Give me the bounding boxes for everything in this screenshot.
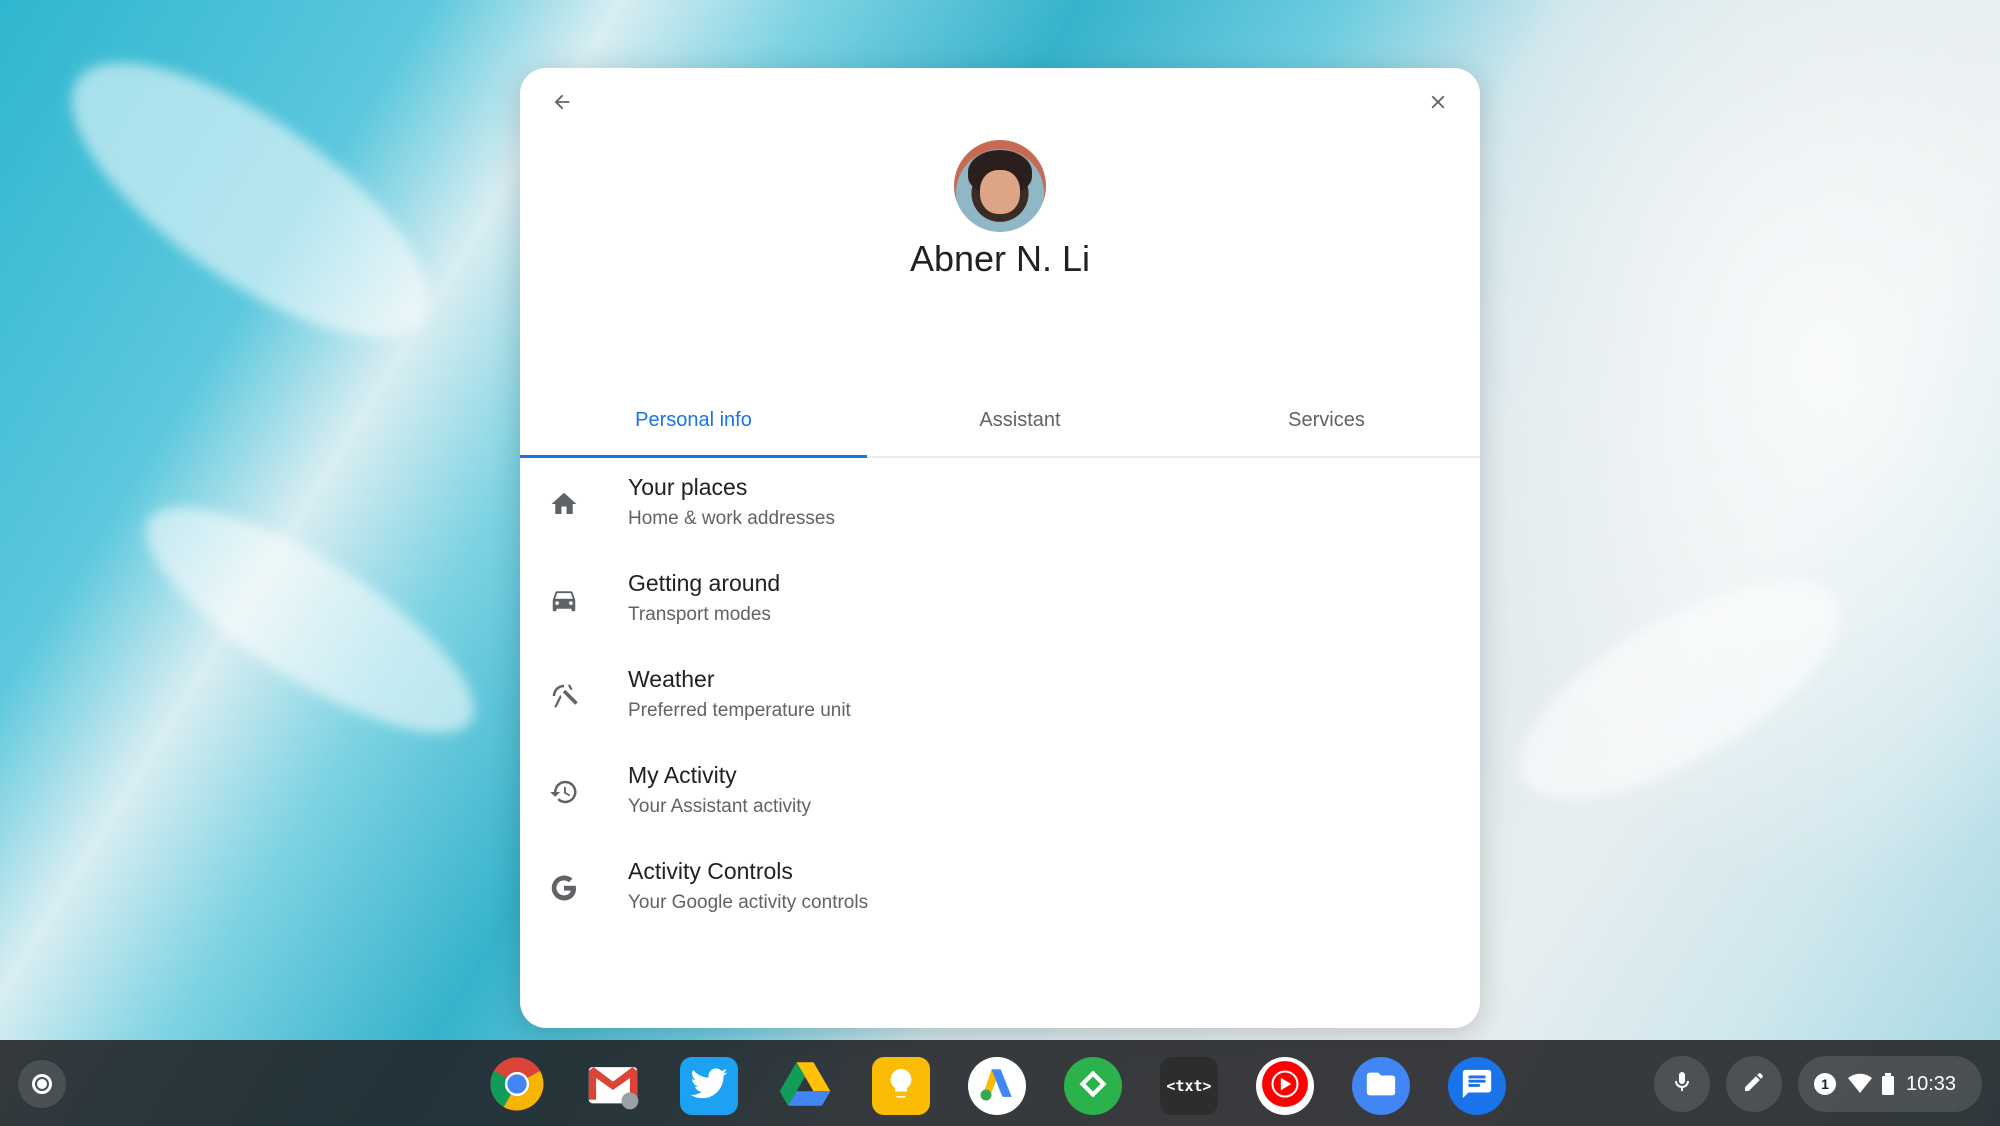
gmail-app[interactable] [584,1057,642,1115]
text-editor-label: <txt> [1166,1077,1212,1095]
google-keep-app[interactable] [872,1057,930,1115]
list-item-getting-around[interactable]: Getting around Transport modes [520,554,1480,650]
shelf: <txt> 1 10:33 [0,1040,2000,1126]
lightbulb-icon [883,1066,919,1107]
message-icon [1460,1067,1494,1106]
list-item-title: Weather [628,666,715,692]
weather-icon [544,676,584,716]
close-icon [1427,91,1449,118]
google-drive-app[interactable] [776,1057,834,1115]
arrow-back-icon [551,91,573,118]
battery-icon [1880,1072,1896,1096]
wallpaper-foam [32,14,468,386]
notification-badge: 1 [1814,1073,1836,1095]
list-item-title: My Activity [628,762,737,788]
pen-icon [1742,1070,1766,1099]
back-button[interactable] [536,78,588,130]
microphone-icon [1670,1070,1694,1099]
list-item-subtitle: Home & work addresses [628,508,835,529]
list-item-title: Your places [628,474,748,500]
twitter-icon [689,1064,729,1109]
list-item-your-places[interactable]: Your places Home & work addresses [520,458,1480,554]
google-ads-app[interactable] [968,1057,1026,1115]
assistant-settings-dialog: Abner N. Li Personal info Assistant Serv… [520,68,1480,1028]
youtube-music-icon [1260,1059,1310,1114]
chrome-icon [488,1055,546,1118]
car-icon [544,580,584,620]
wallpaper-foam [117,468,503,772]
clock-time: 10:33 [1906,1072,1957,1095]
list-item-subtitle: Preferred temperature unit [628,700,851,721]
status-area[interactable]: 1 10:33 [1798,1056,1982,1112]
launcher-icon [32,1074,52,1094]
feedly-icon [1075,1066,1111,1107]
google-drive-icon [776,1055,834,1118]
gmail-icon [584,1055,642,1118]
stylus-tools-button[interactable] [1726,1056,1782,1112]
list-item-title: Activity Controls [628,858,793,884]
notification-count: 1 [1821,1076,1829,1092]
wifi-icon [1848,1072,1872,1096]
tab-services[interactable]: Services [1173,384,1480,456]
list-item-subtitle: Your Google activity controls [628,892,869,913]
list-item-weather[interactable]: Weather Preferred temperature unit [520,650,1480,746]
google-ads-icon [975,1062,1019,1111]
tab-bar: Personal info Assistant Services [520,384,1480,458]
list-item-subtitle: Your Assistant activity [628,796,812,817]
youtube-music-app[interactable] [1256,1057,1314,1115]
avatar [954,140,1046,232]
close-button[interactable] [1412,78,1464,130]
feedly-app[interactable] [1064,1057,1122,1115]
messages-app[interactable] [1448,1057,1506,1115]
chrome-app[interactable] [488,1055,546,1118]
history-icon [544,772,584,812]
wallpaper-foam [1489,539,1871,841]
list-item-my-activity[interactable]: My Activity Your Assistant activity [520,746,1480,842]
list-item-subtitle: Transport modes [628,604,771,625]
folder-icon [1364,1067,1398,1106]
launcher-button[interactable] [18,1060,66,1108]
twitter-app[interactable] [680,1057,738,1115]
list-item-title: Getting around [628,570,781,596]
files-app[interactable] [1352,1057,1410,1115]
voice-input-button[interactable] [1654,1056,1710,1112]
list-item-activity-controls[interactable]: Activity Controls Your Google activity c… [520,842,1480,938]
tab-personal-info[interactable]: Personal info [520,384,867,458]
user-name: Abner N. Li [909,238,1091,279]
google-g-icon [544,868,584,908]
tab-assistant[interactable]: Assistant [867,384,1173,456]
settings-list: Your places Home & work addresses Gettin… [520,458,1480,938]
home-icon [544,484,584,524]
text-editor-app[interactable]: <txt> [1160,1057,1218,1115]
